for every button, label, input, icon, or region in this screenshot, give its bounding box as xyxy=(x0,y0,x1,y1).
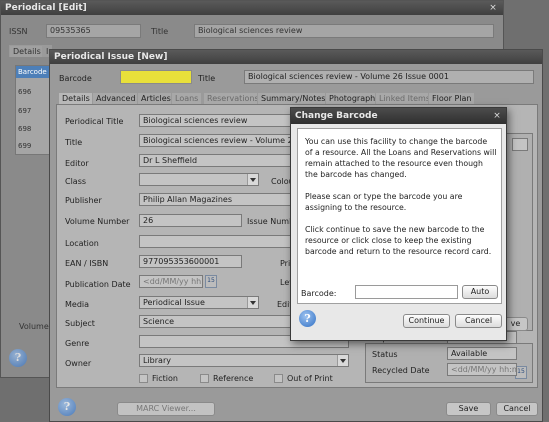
reference-label: Reference xyxy=(213,374,254,383)
tab-floor-plan[interactable]: Floor Plan xyxy=(428,92,476,104)
list-item[interactable]: 698 xyxy=(18,125,31,133)
outer-tab-details[interactable]: Details xyxy=(9,45,45,57)
tab-advanced[interactable]: Advanced xyxy=(92,92,140,104)
publisher-label: Publisher xyxy=(65,196,102,205)
close-icon[interactable]: × xyxy=(491,110,503,122)
out-of-print-checkbox[interactable] xyxy=(274,374,283,383)
genre-label: Genre xyxy=(65,339,90,348)
barcode-field[interactable] xyxy=(120,70,192,84)
right-select-stub[interactable] xyxy=(512,138,528,151)
issn-label: ISSN xyxy=(9,27,28,36)
volume-number-field[interactable]: 26 xyxy=(139,214,242,227)
tab-photograph[interactable]: Photograph xyxy=(325,92,380,104)
marc-viewer-button[interactable]: MARC Viewer... xyxy=(117,402,215,416)
outer-title-label: Title xyxy=(151,27,169,36)
dialog-barcode-input[interactable] xyxy=(355,285,458,299)
list-item[interactable]: 696 xyxy=(18,88,31,96)
fiction-checkbox[interactable] xyxy=(139,374,148,383)
title-label: Title xyxy=(65,138,83,147)
location-label: Location xyxy=(65,239,99,248)
tab-reservations[interactable]: Reservations xyxy=(203,92,263,104)
dialog-cancel-button[interactable]: Cancel xyxy=(455,314,502,328)
issue-title-label: Title xyxy=(198,74,216,83)
editor-label: Editor xyxy=(65,159,89,168)
barcode-label: Barcode xyxy=(59,74,92,83)
issue-title-field[interactable]: Biological sciences review - Volume 26 I… xyxy=(244,70,534,84)
issn-field[interactable]: 09535365 xyxy=(46,24,141,38)
periodical-title-label: Periodical Title xyxy=(65,117,124,126)
calendar-icon[interactable]: 15 xyxy=(205,275,217,288)
fiction-label: Fiction xyxy=(152,374,178,383)
help-icon[interactable]: ? xyxy=(58,398,76,416)
out-of-print-label: Out of Print xyxy=(287,374,333,383)
continue-button[interactable]: Continue xyxy=(403,314,450,328)
issue-titlebar: Periodical Issue [New] xyxy=(50,50,542,64)
save-button[interactable]: Save xyxy=(446,402,491,416)
chevron-down-icon xyxy=(247,297,258,308)
status-label: Status xyxy=(372,350,398,359)
help-icon[interactable]: ? xyxy=(9,349,27,367)
close-icon[interactable]: × xyxy=(487,2,499,14)
status-field[interactable]: Available xyxy=(447,347,517,360)
media-select[interactable]: Periodical Issue xyxy=(139,296,259,309)
dialog-text: You can use this facility to change the … xyxy=(305,136,497,257)
chevron-down-icon xyxy=(337,355,348,366)
issue-title: Periodical Issue [New] xyxy=(54,52,168,62)
dialog-title: Change Barcode xyxy=(295,111,378,121)
recycled-date-field[interactable]: <dd/MM/yy hh:m xyxy=(447,363,517,376)
media-value: Periodical Issue xyxy=(143,298,205,307)
dialog-para-2: Please scan or type the barcode you are … xyxy=(305,192,463,212)
tab-linked-items[interactable]: Linked Items xyxy=(375,92,435,104)
publication-date-label: Publication Date xyxy=(65,280,131,289)
ean-isbn-field[interactable]: 977095353600001 xyxy=(139,255,242,268)
owner-label: Owner xyxy=(65,359,92,368)
media-label: Media xyxy=(65,300,90,309)
class-select[interactable] xyxy=(139,173,259,186)
dialog-para-3: Click continue to save the new barcode t… xyxy=(305,225,492,256)
owner-value: Library xyxy=(143,356,171,365)
tab-summary-notes[interactable]: Summary/Notes xyxy=(257,92,330,104)
change-barcode-dialog: Change Barcode × You can use this facili… xyxy=(290,107,507,341)
auto-button[interactable]: Auto xyxy=(462,285,498,299)
owner-select[interactable]: Library xyxy=(139,354,349,367)
reference-checkbox[interactable] xyxy=(200,374,209,383)
subject-label: Subject xyxy=(65,319,95,328)
tab-articles[interactable]: Articles xyxy=(137,92,175,104)
class-label: Class xyxy=(65,177,87,186)
tab-loans[interactable]: Loans xyxy=(171,92,203,104)
recycled-date-label: Recycled Date xyxy=(372,366,430,375)
periodical-edit-titlebar: Periodical [Edit] xyxy=(1,1,503,15)
periodical-edit-title: Periodical [Edit] xyxy=(5,3,87,13)
help-icon[interactable]: ? xyxy=(299,310,316,327)
dialog-barcode-label: Barcode: xyxy=(301,289,337,298)
chevron-down-icon xyxy=(247,174,258,185)
outer-title-field[interactable]: Biological sciences review xyxy=(194,24,494,38)
issue-number-label: Issue Numb xyxy=(247,217,295,226)
list-item[interactable]: 699 xyxy=(18,142,31,150)
ean-isbn-label: EAN / ISBN xyxy=(65,259,109,268)
volume-number-label: Volume Number xyxy=(65,217,130,226)
dialog-para-1: You can use this facility to change the … xyxy=(305,137,497,179)
list-item[interactable]: 697 xyxy=(18,107,31,115)
cancel-button[interactable]: Cancel xyxy=(496,402,538,416)
publication-date-field[interactable]: <dd/MM/yy hh:m xyxy=(139,275,203,288)
dialog-titlebar: Change Barcode xyxy=(291,108,506,124)
